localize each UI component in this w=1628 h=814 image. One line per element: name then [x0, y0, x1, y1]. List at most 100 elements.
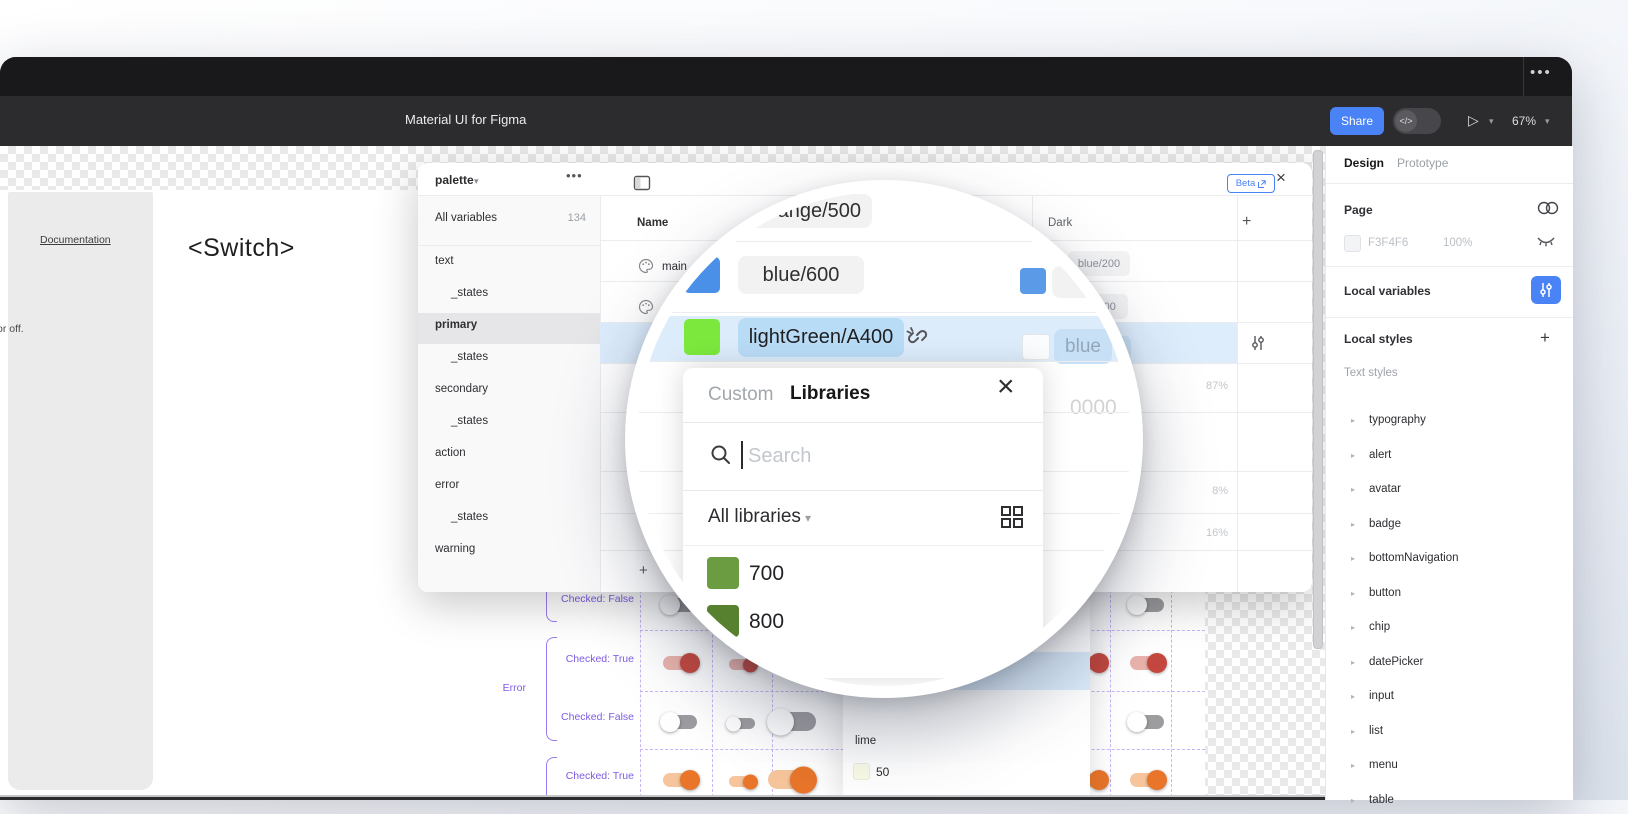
page-color-swatch[interactable]: [1344, 235, 1361, 252]
style-label: badge: [1369, 518, 1401, 530]
library-item[interactable]: 50: [876, 765, 889, 779]
switch-checked-warning[interactable]: [663, 773, 697, 787]
detach-variable-icon[interactable]: [903, 322, 931, 350]
canvas-scrollbar[interactable]: [1313, 150, 1323, 649]
all-variables-item[interactable]: All variables: [435, 212, 497, 224]
sidebar-group-states[interactable]: _states: [451, 287, 488, 299]
collection-dropdown[interactable]: palette: [435, 173, 474, 187]
sidebar-group-warning[interactable]: warning: [435, 543, 475, 555]
sliders-icon[interactable]: [1250, 334, 1266, 352]
sidebar-group-action[interactable]: action: [435, 447, 466, 459]
figma-canvas[interactable]: Documentation or off. <Switch> Checked: …: [0, 146, 1325, 797]
hidden-eye-icon[interactable]: [1536, 236, 1556, 248]
style-row-avatar[interactable]: ▸avatar: [1326, 483, 1573, 503]
switch-unchecked[interactable]: [1130, 715, 1164, 729]
tab-design[interactable]: Design: [1344, 156, 1384, 170]
page-opacity[interactable]: 100%: [1443, 237, 1472, 249]
palette-icon: [638, 258, 654, 274]
blend-icon[interactable]: [1536, 200, 1560, 216]
library-item-800[interactable]: 800: [749, 610, 784, 634]
style-label: alert: [1369, 449, 1391, 461]
caret-right-icon[interactable]: ▸: [1351, 727, 1355, 736]
magnified-chip-partial: [1052, 266, 1122, 298]
style-row-table[interactable]: ▸table: [1326, 794, 1573, 814]
caret-right-icon[interactable]: ▸: [1351, 416, 1355, 425]
caret-right-icon[interactable]: ▸: [1351, 554, 1355, 563]
switch-unchecked[interactable]: [663, 715, 697, 729]
toggle-sidebar-icon[interactable]: [632, 173, 652, 193]
zoom-chevron-icon[interactable]: ▾: [1545, 116, 1550, 127]
style-row-alert[interactable]: ▸ alert: [1326, 449, 1573, 469]
switch-checked-error[interactable]: [1130, 656, 1164, 670]
style-row-button[interactable]: ▸button: [1326, 587, 1573, 607]
caret-right-icon[interactable]: ▸: [1351, 658, 1355, 667]
search-input[interactable]: Search: [748, 445, 811, 468]
file-title: Material UI for Figma: [405, 112, 526, 127]
annotation-checked-true: Checked: True: [560, 770, 634, 782]
open-variables-button[interactable]: [1531, 276, 1561, 304]
zoom-level[interactable]: 67%: [1512, 114, 1536, 128]
caret-right-icon[interactable]: ▸: [1351, 520, 1355, 529]
style-row-typography[interactable]: ▸typography: [1326, 414, 1573, 434]
switch-checked-warning[interactable]: [1130, 773, 1164, 787]
magnified-chip-deeporange[interactable]: deepOrange/500: [700, 194, 872, 228]
more-menu-icon[interactable]: •••: [1530, 64, 1552, 81]
column-header-name[interactable]: Name: [637, 217, 668, 229]
external-link-icon: [1258, 180, 1266, 188]
sidebar-group-text[interactable]: text: [435, 255, 454, 267]
style-row-badge[interactable]: ▸ badge: [1326, 518, 1573, 538]
sidebar-group-secondary[interactable]: secondary: [435, 383, 488, 395]
style-row-input[interactable]: ▸input: [1326, 690, 1573, 710]
filter-chevron-icon[interactable]: ▾: [805, 511, 811, 525]
caret-right-icon[interactable]: ▸: [1351, 589, 1355, 598]
collection-chevron-icon[interactable]: ▾: [474, 176, 479, 187]
add-style-icon[interactable]: +: [1540, 328, 1550, 348]
caret-right-icon[interactable]: ▸: [1351, 796, 1355, 805]
style-row-menu[interactable]: ▸menu: [1326, 759, 1573, 779]
style-row-datepicker[interactable]: ▸datePicker: [1326, 656, 1573, 676]
switch-unchecked-large[interactable]: [770, 712, 816, 731]
library-filter-dropdown[interactable]: All libraries: [708, 506, 801, 528]
magnified-chip-blue-600[interactable]: blue/600: [738, 256, 864, 294]
caret-right-icon[interactable]: ▸: [1351, 451, 1355, 460]
tab-libraries[interactable]: Libraries: [790, 383, 870, 405]
documentation-link[interactable]: Documentation: [40, 234, 111, 246]
sidebar-group-primary[interactable]: primary: [435, 319, 477, 331]
magnified-chip-lightgreen[interactable]: lightGreen/A400: [738, 318, 904, 357]
column-divider: [1237, 196, 1238, 592]
magnified-chip-blue-50[interactable]: blue: [1054, 329, 1112, 364]
share-button[interactable]: Share: [1330, 107, 1384, 135]
present-chevron-icon[interactable]: ▾: [1489, 116, 1494, 127]
switch-unchecked-small[interactable]: [729, 718, 755, 729]
page-color-hex[interactable]: F3F4F6: [1368, 237, 1408, 249]
caret-right-icon[interactable]: ▸: [1351, 623, 1355, 632]
sliders-icon: [1537, 281, 1555, 299]
style-row-chip[interactable]: ▸chip: [1326, 621, 1573, 641]
library-item-700[interactable]: 700: [749, 562, 784, 586]
add-mode-icon[interactable]: +: [1242, 213, 1251, 231]
dev-mode-toggle[interactable]: </>: [1393, 108, 1441, 134]
column-header-dark[interactable]: Dark: [1048, 217, 1072, 229]
beta-badge[interactable]: Beta: [1227, 174, 1275, 193]
caret-right-icon[interactable]: ▸: [1351, 761, 1355, 770]
tab-custom[interactable]: Custom: [708, 384, 773, 406]
grid-view-icon[interactable]: [999, 504, 1025, 530]
close-icon[interactable]: ×: [997, 370, 1015, 404]
panel-menu-icon[interactable]: •••: [566, 168, 583, 183]
caret-right-icon[interactable]: ▸: [1351, 485, 1355, 494]
switch-unchecked[interactable]: [1130, 598, 1164, 612]
style-label: bottomNavigation: [1369, 552, 1459, 564]
sidebar-group-states[interactable]: _states: [451, 511, 488, 523]
sidebar-group-error[interactable]: error: [435, 479, 459, 491]
tab-prototype[interactable]: Prototype: [1397, 156, 1448, 170]
switch-checked-warning-large[interactable]: [768, 770, 814, 789]
switch-checked-warning-small[interactable]: [729, 776, 755, 787]
present-icon[interactable]: ▷: [1468, 112, 1479, 129]
close-icon[interactable]: ×: [1276, 168, 1286, 188]
add-variable-icon[interactable]: +: [639, 562, 648, 579]
sidebar-group-states[interactable]: _states: [451, 351, 488, 363]
sidebar-group-states[interactable]: _states: [451, 415, 488, 427]
style-row-bottomnavigation[interactable]: ▸ bottomNavigation: [1326, 552, 1573, 572]
caret-right-icon[interactable]: ▸: [1351, 692, 1355, 701]
style-row-list[interactable]: ▸list: [1326, 725, 1573, 745]
